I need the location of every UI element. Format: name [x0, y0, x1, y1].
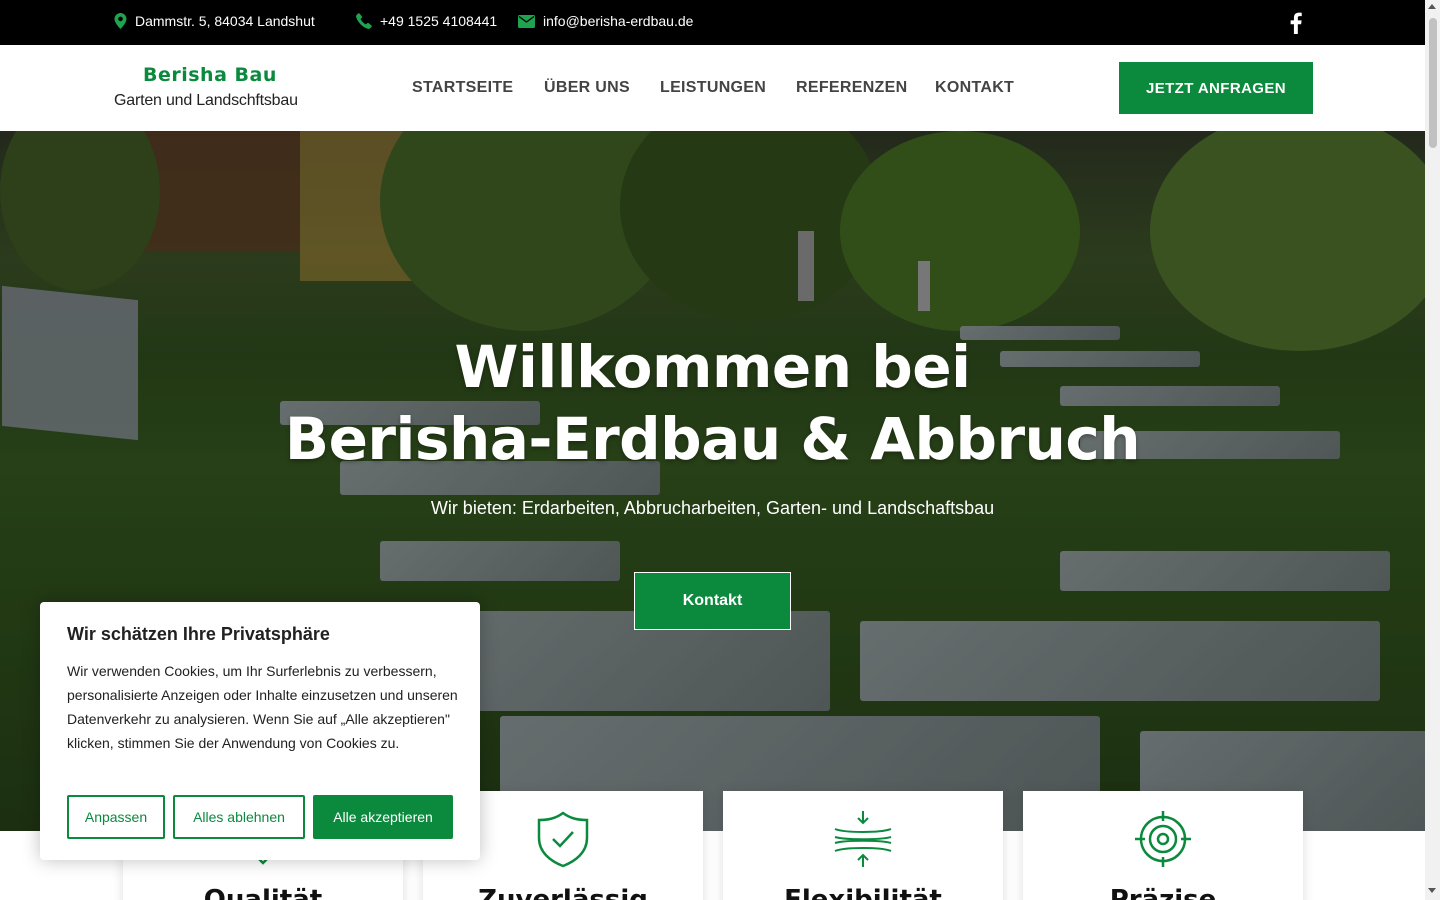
- nav-referenzen[interactable]: REFERENZEN: [796, 79, 907, 97]
- top-bar: Dammstr. 5, 84034 Landshut +49 1525 4108…: [0, 0, 1425, 45]
- reject-all-cookies-button[interactable]: Alles ablehnen: [173, 795, 305, 839]
- scroll-down-arrow-icon[interactable]: [1428, 888, 1436, 893]
- accept-all-cookies-button[interactable]: Alle akzeptieren: [313, 795, 453, 839]
- scroll-up-arrow-icon[interactable]: [1428, 4, 1436, 9]
- shield-check-icon: [537, 811, 589, 868]
- hero-title-line-1: Willkommen bei: [454, 333, 971, 401]
- phone-item[interactable]: +49 1525 4108441: [356, 13, 497, 29]
- feature-card-precise: Präzise: [1023, 791, 1303, 900]
- nav-startseite[interactable]: STARTSEITE: [412, 79, 513, 97]
- email-text[interactable]: info@berisha-erdbau.de: [543, 13, 693, 29]
- logo-title[interactable]: Berisha Bau: [143, 64, 277, 86]
- map-pin-icon: [114, 13, 127, 29]
- feature-title: Flexibilität: [784, 885, 942, 900]
- address-text: Dammstr. 5, 84034 Landshut: [135, 13, 315, 29]
- feature-title: Zuverlässig: [478, 885, 648, 900]
- phone-text[interactable]: +49 1525 4108441: [380, 13, 497, 29]
- customize-cookies-button[interactable]: Anpassen: [67, 795, 165, 839]
- cookie-consent-banner: Wir schätzen Ihre Privatsphäre Wir verwe…: [40, 602, 480, 860]
- feature-card-flexibility: Flexibilität: [723, 791, 1003, 900]
- facebook-icon[interactable]: [1288, 12, 1304, 34]
- feature-title: Qualität: [203, 885, 323, 900]
- cookie-title: Wir schätzen Ihre Privatsphäre: [67, 624, 330, 644]
- request-now-button[interactable]: JETZT ANFRAGEN: [1119, 62, 1313, 114]
- cookie-text: Wir verwenden Cookies, um Ihr Surferlebn…: [67, 663, 458, 751]
- envelope-icon: [518, 14, 535, 28]
- logo-subtitle[interactable]: Garten und Landschftsbau: [114, 92, 298, 110]
- address-item: Dammstr. 5, 84034 Landshut: [114, 13, 315, 29]
- nav-kontakt[interactable]: KONTAKT: [935, 79, 1014, 97]
- scrollbar-thumb[interactable]: [1429, 18, 1437, 148]
- nav-ueber-uns[interactable]: ÜBER UNS: [544, 79, 630, 97]
- hero-subtitle: Wir bieten: Erdarbeiten, Abbrucharbeiten…: [430, 498, 995, 518]
- email-item[interactable]: info@berisha-erdbau.de: [518, 13, 693, 29]
- compress-arrows-icon: [834, 811, 892, 867]
- hero-title-line-2: Berisha-Erdbau & Abbruch: [284, 405, 1141, 473]
- site-header: Berisha Bau Garten und Landschftsbau STA…: [0, 45, 1425, 131]
- hero-title: Willkommen bei Berisha-Erdbau & Abbruch: [0, 331, 1425, 475]
- phone-icon: [356, 13, 372, 29]
- contact-button[interactable]: Kontakt: [634, 572, 791, 630]
- target-icon: [1135, 811, 1191, 867]
- nav-leistungen[interactable]: LEISTUNGEN: [660, 79, 766, 97]
- feature-title: Präzise: [1109, 885, 1217, 900]
